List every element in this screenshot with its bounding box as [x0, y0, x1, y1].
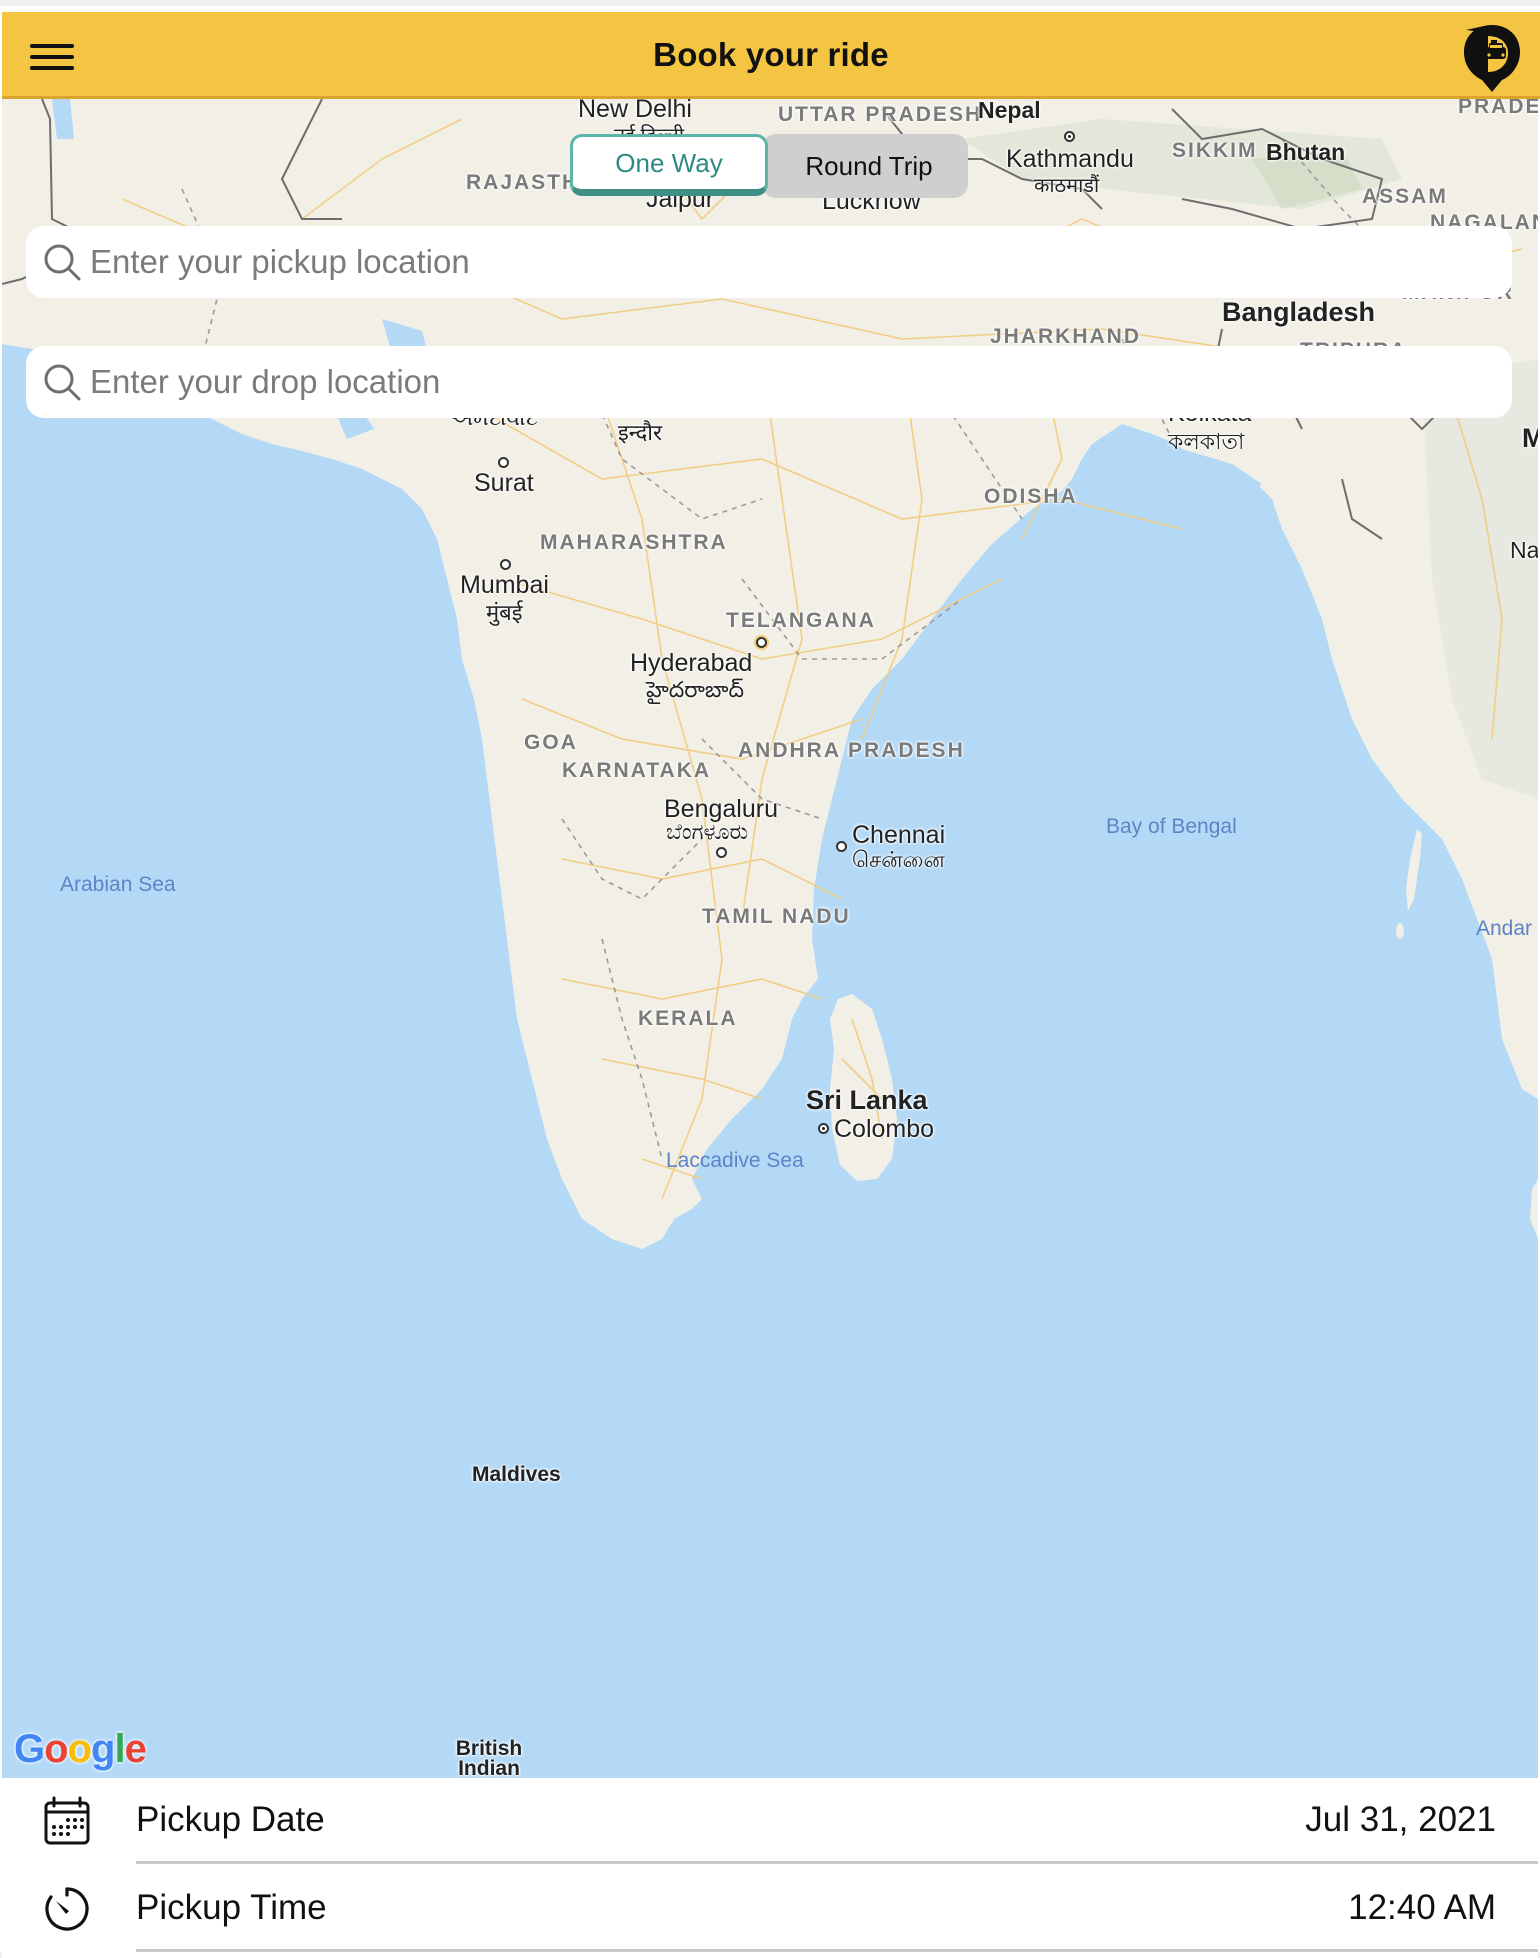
- map-label-nepal: Nepal: [978, 99, 1041, 123]
- map-label-arabian-sea: Arabian Sea: [60, 873, 176, 896]
- pickup-date-label: Pickup Date: [136, 1800, 325, 1839]
- pickup-time-label: Pickup Time: [136, 1888, 327, 1927]
- map-label-bengaluru-script: ಬೆಂಗಳೂರು: [666, 819, 749, 844]
- map-marker-kathmandu: [1064, 131, 1075, 142]
- page-title: Book your ride: [653, 36, 889, 73]
- map-label-colombo: Colombo: [834, 1115, 935, 1143]
- map-marker-mumbai: [500, 559, 511, 570]
- map-label-uttar-pradesh: UTTAR PRADESH: [778, 103, 983, 126]
- map-label-maldives: Maldives: [472, 1463, 561, 1486]
- map-label-andaman-sea: Andar: [1476, 917, 1533, 940]
- app-header: Book your ride: [2, 12, 1540, 99]
- taxi-pin-logo-icon[interactable]: [1462, 22, 1522, 94]
- map-label-sri-lanka: Sri Lanka: [806, 1085, 928, 1115]
- map-label-odisha: ODISHA: [984, 485, 1078, 508]
- map-label-surat: Surat: [474, 469, 534, 497]
- search-icon: [44, 364, 81, 401]
- map-label-chennai-script: சென்னை: [852, 847, 945, 872]
- timer-icon: [45, 1887, 89, 1931]
- map-label-tamil-nadu: TAMIL NADU: [702, 905, 851, 928]
- pickup-date-value[interactable]: Jul 31, 2021: [1305, 1800, 1496, 1840]
- drop-location-field[interactable]: [26, 346, 1512, 418]
- map-label-hyderabad: Hyderabad: [630, 649, 753, 677]
- pickup-location-input[interactable]: [90, 243, 1490, 281]
- map-label-naypyidaw-partial: Na: [1510, 537, 1538, 563]
- map-marker-surat: [498, 457, 509, 468]
- map-marker-hyderabad: [756, 637, 767, 648]
- map-label-arunachal: PRADE: [1458, 99, 1538, 118]
- divider: [136, 1861, 1538, 1864]
- map-label-rajasthan: RAJASTH: [466, 171, 580, 194]
- map-label-bangladesh: Bangladesh: [1222, 297, 1376, 327]
- map-label-kerala: KERALA: [638, 1007, 738, 1030]
- map-label-assam: ASSAM: [1362, 185, 1448, 208]
- pickup-date-row[interactable]: Pickup Date Jul 31, 2021: [2, 1778, 1538, 1864]
- round-trip-tab[interactable]: Round Trip: [762, 134, 968, 198]
- map-label-kathmandu-script: काठमाडौं: [1034, 175, 1100, 197]
- map-label-chennai: Chennai: [852, 821, 946, 849]
- map-marker-colombo: [818, 1123, 829, 1134]
- map-label-sikkim: SIKKIM: [1172, 139, 1258, 162]
- map-label-goa: GOA: [524, 731, 578, 754]
- map-label-kolkata-script: কলকাতা: [1168, 429, 1245, 454]
- map-label-mumbai: Mumbai: [460, 571, 549, 599]
- schedule-list: Pickup Date Jul 31, 2021 Pickup Time 12:…: [2, 1778, 1538, 1958]
- map-label-myanmar-partial: M: [1522, 423, 1538, 453]
- pickup-location-field[interactable]: [26, 226, 1512, 298]
- one-way-tab[interactable]: One Way: [570, 134, 768, 196]
- map-label-indore-script: इन्दौर: [618, 420, 662, 445]
- map-marker-chennai: [836, 841, 847, 852]
- map-label-british-indian: British Indian: [455, 1737, 523, 1778]
- book-ride-screen: Book your ride New Delhi UTTAR PRADESH N…: [0, 0, 1540, 1958]
- map-label-telangana: TELANGANA: [726, 609, 876, 632]
- google-logo: Google: [14, 1727, 147, 1771]
- map-label-andhra: ANDHRA PRADESH: [738, 739, 965, 762]
- map-label-maharashtra: MAHARASHTRA: [540, 531, 728, 554]
- map-label-mumbai-script: मुंबई: [486, 600, 523, 625]
- map-label-hyderabad-script: హైదరాబాద్: [646, 677, 744, 702]
- map-marker-bengaluru: [716, 847, 727, 858]
- drop-location-input[interactable]: [90, 363, 1490, 401]
- pickup-time-value[interactable]: 12:40 AM: [1348, 1888, 1496, 1928]
- map-label-laccadive-sea: Laccadive Sea: [666, 1149, 804, 1172]
- map-label-karnataka: KARNATAKA: [562, 759, 712, 782]
- map-label-bay-of-bengal: Bay of Bengal: [1106, 815, 1237, 838]
- map-label-bhutan: Bhutan: [1266, 139, 1346, 165]
- calendar-icon: [44, 1796, 90, 1845]
- map-label-kathmandu: Kathmandu: [1006, 145, 1134, 173]
- search-icon: [44, 244, 81, 281]
- pickup-time-row[interactable]: Pickup Time 12:40 AM: [2, 1866, 1538, 1952]
